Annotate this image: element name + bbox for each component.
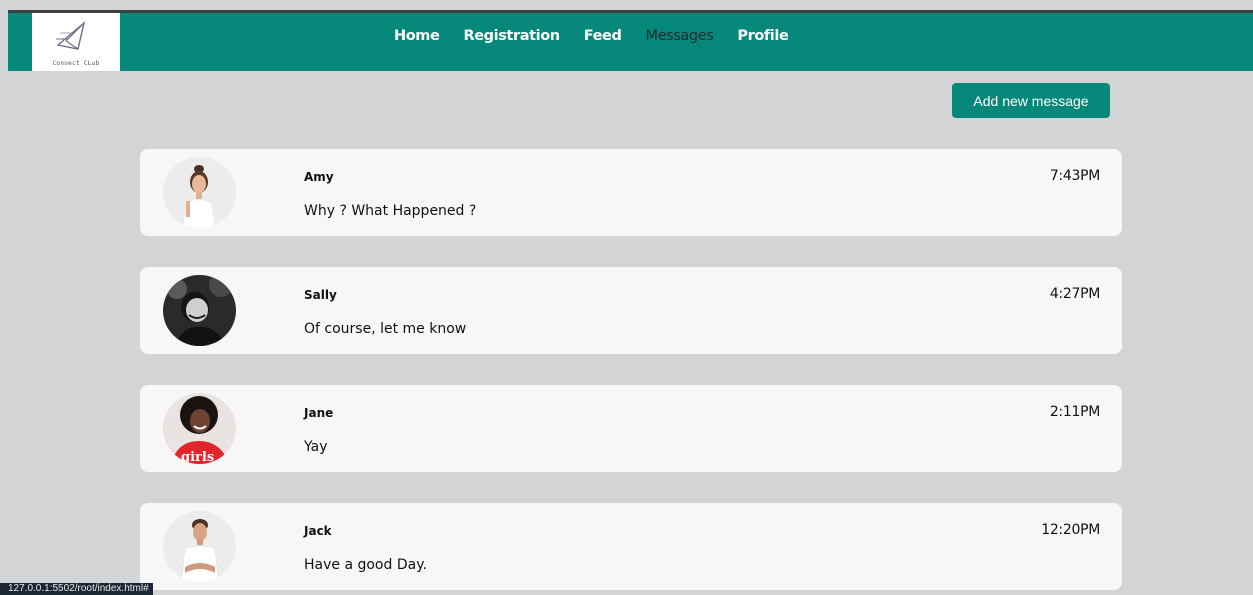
main-nav: Home Registration Feed Messages Profile bbox=[394, 28, 812, 44]
avatar: girls bbox=[163, 393, 236, 464]
message-time: 12:20PM bbox=[1041, 522, 1100, 538]
avatar-photo-icon bbox=[163, 157, 236, 228]
message-card[interactable]: Amy Why ? What Happened ? 7:43PM bbox=[140, 149, 1122, 236]
message-preview: Have a good Day. bbox=[304, 557, 427, 573]
message-preview: Why ? What Happened ? bbox=[304, 203, 477, 219]
message-preview: Of course, let me know bbox=[304, 321, 467, 337]
nav-messages-link[interactable]: Messages bbox=[645, 28, 713, 44]
sender-name: Amy bbox=[304, 170, 334, 184]
top-navbar: Connect CLub Home Registration Feed Mess… bbox=[8, 10, 1253, 71]
message-card[interactable]: Sally Of course, let me know 4:27PM bbox=[140, 267, 1122, 354]
message-list: Amy Why ? What Happened ? 7:43PM Sally O… bbox=[140, 149, 1122, 595]
message-time: 7:43PM bbox=[1049, 168, 1100, 184]
brand-logo[interactable]: Connect CLub bbox=[32, 13, 120, 71]
add-new-message-button[interactable]: Add new message bbox=[952, 83, 1110, 118]
message-time: 4:27PM bbox=[1049, 286, 1100, 302]
paper-plane-logo-icon bbox=[56, 21, 86, 50]
nav-home-link[interactable]: Home bbox=[394, 28, 440, 44]
avatar-photo-icon bbox=[163, 275, 236, 346]
message-card[interactable]: Jack Have a good Day. 12:20PM bbox=[140, 503, 1122, 590]
shirt-text: girls bbox=[181, 450, 214, 464]
nav-registration-link[interactable]: Registration bbox=[463, 28, 560, 44]
logo-text: Connect CLub bbox=[52, 60, 100, 67]
sender-name: Jack bbox=[304, 524, 332, 538]
nav-feed-link[interactable]: Feed bbox=[584, 28, 622, 44]
message-time: 2:11PM bbox=[1049, 404, 1100, 420]
avatar-photo-icon bbox=[163, 511, 236, 582]
avatar bbox=[163, 275, 236, 346]
avatar-photo-icon: girls bbox=[163, 393, 236, 464]
window-top-edge bbox=[0, 0, 1253, 10]
avatar bbox=[163, 511, 236, 582]
browser-status-url: 127.0.0.1:5502/root/index.html# bbox=[0, 583, 153, 595]
message-preview: Yay bbox=[304, 439, 328, 455]
nav-profile-link[interactable]: Profile bbox=[737, 28, 788, 44]
avatar bbox=[163, 157, 236, 228]
sender-name: Jane bbox=[304, 406, 334, 420]
sender-name: Sally bbox=[304, 288, 337, 302]
message-card[interactable]: girls Jane Yay 2:11PM bbox=[140, 385, 1122, 472]
